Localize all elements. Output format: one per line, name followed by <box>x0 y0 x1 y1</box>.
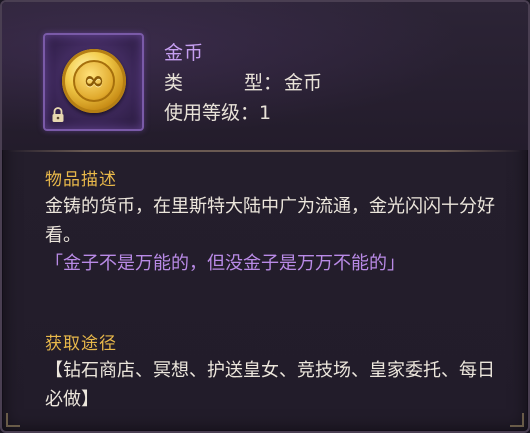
type-label-first-char: 类 <box>164 72 184 94</box>
description-quote: 「金子不是万能的，但没金子是万万不能的」 <box>45 253 405 274</box>
description-title: 物品描述 <box>45 170 117 190</box>
item-icon-frame: ∞ <box>43 33 144 131</box>
item-level-row: 使用等级：1 <box>164 98 271 125</box>
source-text: 【钻石商店、冥想、护送皇女、竞技场、皇家委托、每日必做】 <box>45 360 495 410</box>
description-text: 金铸的货币，在里斯特大陆中广为流通，金光闪闪十分好看。 <box>45 196 495 246</box>
type-value: 金币 <box>284 72 323 94</box>
type-label-rest: 型： <box>244 72 283 94</box>
section-divider <box>8 150 522 152</box>
gold-coin-icon: ∞ <box>62 49 126 113</box>
item-tooltip: ∞ 金币 类型： 金币 使用等级：1 物品描述 金铸的货币，在里斯特大陆中广为流通… <box>0 0 530 433</box>
source-title: 获取途径 <box>45 334 117 354</box>
item-type-row: 类 型： 金币 <box>164 68 322 95</box>
corner-ornament <box>6 413 20 427</box>
corner-ornament <box>510 413 524 427</box>
level-value: 1 <box>259 102 272 124</box>
item-name: 金币 <box>164 42 205 64</box>
tooltip-header: ∞ 金币 类型： 金币 使用等级：1 <box>2 2 528 150</box>
level-label: 使用等级： <box>164 102 260 124</box>
lock-icon <box>52 107 64 122</box>
